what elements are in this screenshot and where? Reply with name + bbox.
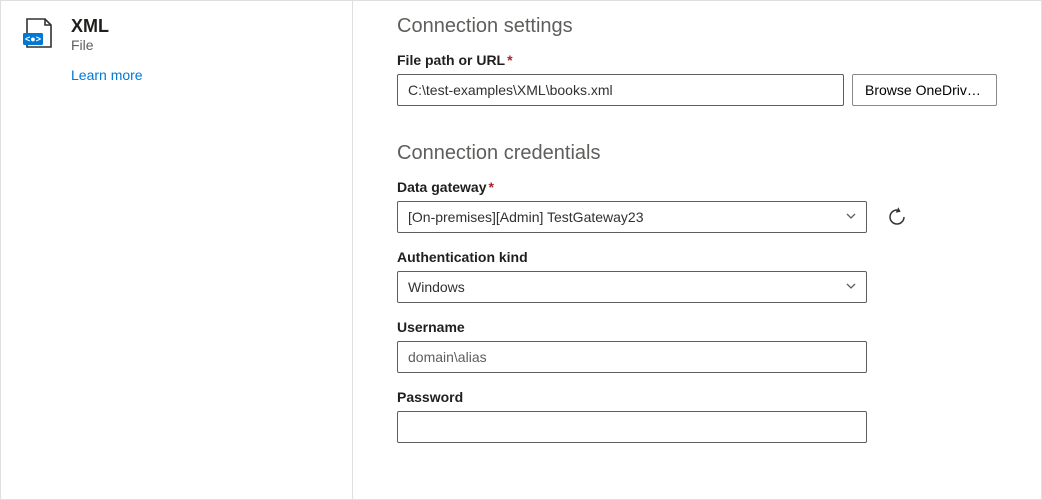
section-connection-settings: Connection settings [397, 15, 1017, 38]
svg-text:<●>: <●> [25, 34, 41, 44]
username-label: Username [397, 319, 1017, 335]
file-path-input[interactable] [397, 74, 844, 106]
browse-onedrive-button[interactable]: Browse OneDrive... [852, 74, 997, 106]
password-label: Password [397, 389, 1017, 405]
refresh-icon [887, 207, 907, 227]
file-path-label: File path or URL* [397, 52, 1017, 68]
sidebar: <●> XML File Learn more [1, 1, 353, 499]
refresh-gateway-button[interactable] [881, 201, 913, 233]
password-input[interactable] [397, 411, 867, 443]
data-gateway-field: Data gateway* [On-premises][Admin] TestG… [397, 179, 1017, 233]
password-field: Password [397, 389, 1017, 443]
required-asterisk: * [488, 179, 493, 195]
username-input[interactable] [397, 341, 867, 373]
connector-subtitle: File [71, 37, 109, 53]
auth-kind-select[interactable]: Windows [397, 271, 867, 303]
auth-kind-field: Authentication kind Windows [397, 249, 1017, 303]
connector-title: XML [71, 17, 109, 37]
required-asterisk: * [507, 52, 512, 68]
data-gateway-select[interactable]: [On-premises][Admin] TestGateway23 [397, 201, 867, 233]
data-gateway-label-text: Data gateway [397, 179, 486, 195]
username-field: Username [397, 319, 1017, 373]
connector-header: <●> XML File [21, 17, 332, 53]
file-path-field: File path or URL* Browse OneDrive... [397, 52, 1017, 106]
learn-more-link[interactable]: Learn more [71, 67, 332, 83]
connector-title-block: XML File [71, 17, 109, 53]
auth-kind-label: Authentication kind [397, 249, 1017, 265]
xml-file-icon: <●> [21, 17, 57, 51]
file-path-label-text: File path or URL [397, 52, 505, 68]
main-panel: Connection settings File path or URL* Br… [353, 1, 1041, 499]
section-connection-credentials: Connection credentials [397, 142, 1017, 165]
data-gateway-label: Data gateway* [397, 179, 1017, 195]
